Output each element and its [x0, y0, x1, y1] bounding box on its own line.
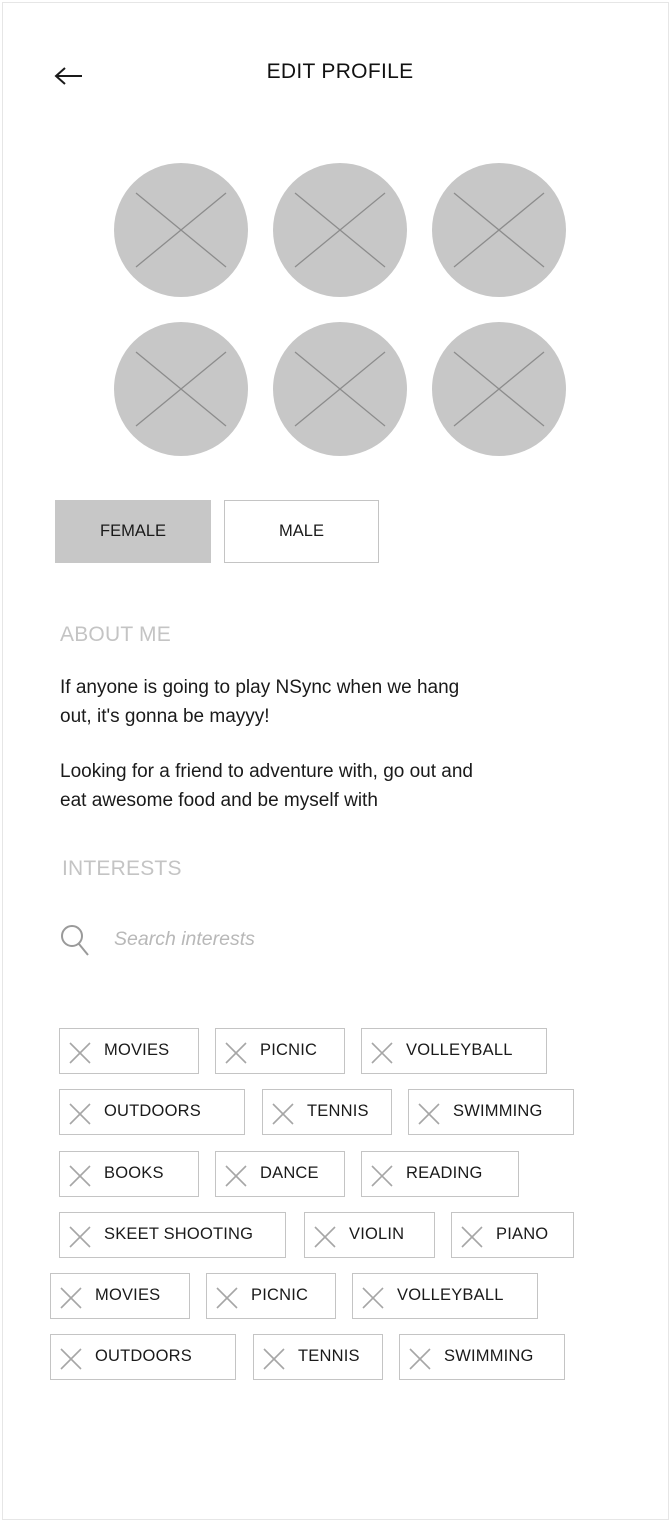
photo-slot-3[interactable]	[432, 163, 566, 297]
interest-chip[interactable]: TENNIS	[262, 1089, 392, 1135]
interest-chip[interactable]: SWIMMING	[408, 1089, 574, 1135]
close-icon[interactable]	[224, 1041, 248, 1065]
interest-chip-label: SWIMMING	[444, 1347, 534, 1365]
interest-chip[interactable]: SKEET SHOOTING	[59, 1212, 286, 1258]
photo-slot-1[interactable]	[114, 163, 248, 297]
interest-chip-label: PIANO	[496, 1225, 549, 1243]
interest-chip-label: VOLLEYBALL	[397, 1286, 504, 1304]
close-icon[interactable]	[68, 1041, 92, 1065]
image-placeholder-icon	[135, 192, 227, 268]
close-icon[interactable]	[68, 1164, 92, 1188]
photo-slot-6[interactable]	[432, 322, 566, 456]
close-icon[interactable]	[361, 1286, 385, 1310]
interest-chip[interactable]: PICNIC	[206, 1273, 336, 1319]
interest-chip[interactable]: TENNIS	[253, 1334, 383, 1380]
image-placeholder-icon	[453, 192, 545, 268]
interest-chip-label: PICNIC	[260, 1041, 318, 1059]
close-icon[interactable]	[59, 1347, 83, 1371]
interest-chip-label: VIOLIN	[349, 1225, 405, 1243]
interest-chip[interactable]: BOOKS	[59, 1151, 199, 1197]
interest-chip-label: OUTDOORS	[95, 1347, 192, 1365]
interests-label: INTERESTS	[62, 857, 182, 880]
close-icon[interactable]	[215, 1286, 239, 1310]
about-line: eat awesome food and be myself with	[60, 790, 378, 811]
interest-chip[interactable]: OUTDOORS	[59, 1089, 245, 1135]
interest-chip[interactable]: PICNIC	[215, 1028, 345, 1074]
interest-chip-label: OUTDOORS	[104, 1102, 201, 1120]
close-icon[interactable]	[460, 1225, 484, 1249]
gender-female-label: FEMALE	[99, 522, 167, 540]
interest-chip-label: READING	[406, 1164, 483, 1182]
interest-chip[interactable]: MOVIES	[59, 1028, 199, 1074]
interest-chip-label: DANCE	[260, 1164, 319, 1182]
interest-chip[interactable]: DANCE	[215, 1151, 345, 1197]
interest-chip[interactable]: OUTDOORS	[50, 1334, 236, 1380]
search-icon	[61, 925, 89, 956]
about-me-label: ABOUT ME	[60, 623, 171, 646]
gender-male-label: MALE	[279, 522, 324, 540]
interest-chip-label: MOVIES	[104, 1041, 170, 1059]
image-placeholder-icon	[135, 351, 227, 427]
interest-chip-label: PICNIC	[251, 1286, 309, 1304]
close-icon[interactable]	[408, 1347, 432, 1371]
gender-female-button[interactable]: FEMALE	[55, 500, 211, 563]
interest-chip-label: VOLLEYBALL	[406, 1041, 513, 1059]
interest-chip-label: SWIMMING	[453, 1102, 543, 1120]
interest-chip[interactable]: VOLLEYBALL	[361, 1028, 547, 1074]
interest-chip-label: BOOKS	[104, 1164, 164, 1182]
interest-chip-label: SKEET SHOOTING	[104, 1225, 254, 1243]
about-line: Looking for a friend to adventure with, …	[60, 761, 473, 782]
search-input[interactable]	[114, 922, 594, 956]
close-icon[interactable]	[370, 1041, 394, 1065]
photo-slot-5[interactable]	[273, 322, 407, 456]
about-line: out, it's gonna be mayyy!	[60, 706, 270, 727]
gender-male-button[interactable]: MALE	[224, 500, 379, 563]
interest-chip-label: MOVIES	[95, 1286, 161, 1304]
close-icon[interactable]	[313, 1225, 337, 1249]
interest-chip[interactable]: READING	[361, 1151, 519, 1197]
close-icon[interactable]	[370, 1164, 394, 1188]
interest-chip[interactable]: VIOLIN	[304, 1212, 435, 1258]
page-title: EDIT PROFILE	[266, 60, 414, 83]
interest-chip[interactable]: SWIMMING	[399, 1334, 565, 1380]
close-icon[interactable]	[262, 1347, 286, 1371]
image-placeholder-icon	[294, 192, 386, 268]
image-placeholder-icon	[294, 351, 386, 427]
image-placeholder-icon	[453, 351, 545, 427]
close-icon[interactable]	[224, 1164, 248, 1188]
interest-chip-label: TENNIS	[298, 1347, 360, 1365]
close-icon[interactable]	[59, 1286, 83, 1310]
about-line: If anyone is going to play NSync when we…	[60, 677, 460, 698]
close-icon[interactable]	[271, 1102, 295, 1126]
header: EDIT PROFILE	[0, 0, 671, 150]
interest-chip[interactable]: VOLLEYBALL	[352, 1273, 538, 1319]
interest-chip-label: TENNIS	[307, 1102, 369, 1120]
close-icon[interactable]	[417, 1102, 441, 1126]
interest-chip[interactable]: MOVIES	[50, 1273, 190, 1319]
interests-search[interactable]	[56, 918, 616, 962]
photo-slot-2[interactable]	[273, 163, 407, 297]
photo-slot-4[interactable]	[114, 322, 248, 456]
about-me-text[interactable]: If anyone is going to play NSync when we…	[60, 673, 580, 815]
close-icon[interactable]	[68, 1102, 92, 1126]
interest-chip[interactable]: PIANO	[451, 1212, 574, 1258]
close-icon[interactable]	[68, 1225, 92, 1249]
